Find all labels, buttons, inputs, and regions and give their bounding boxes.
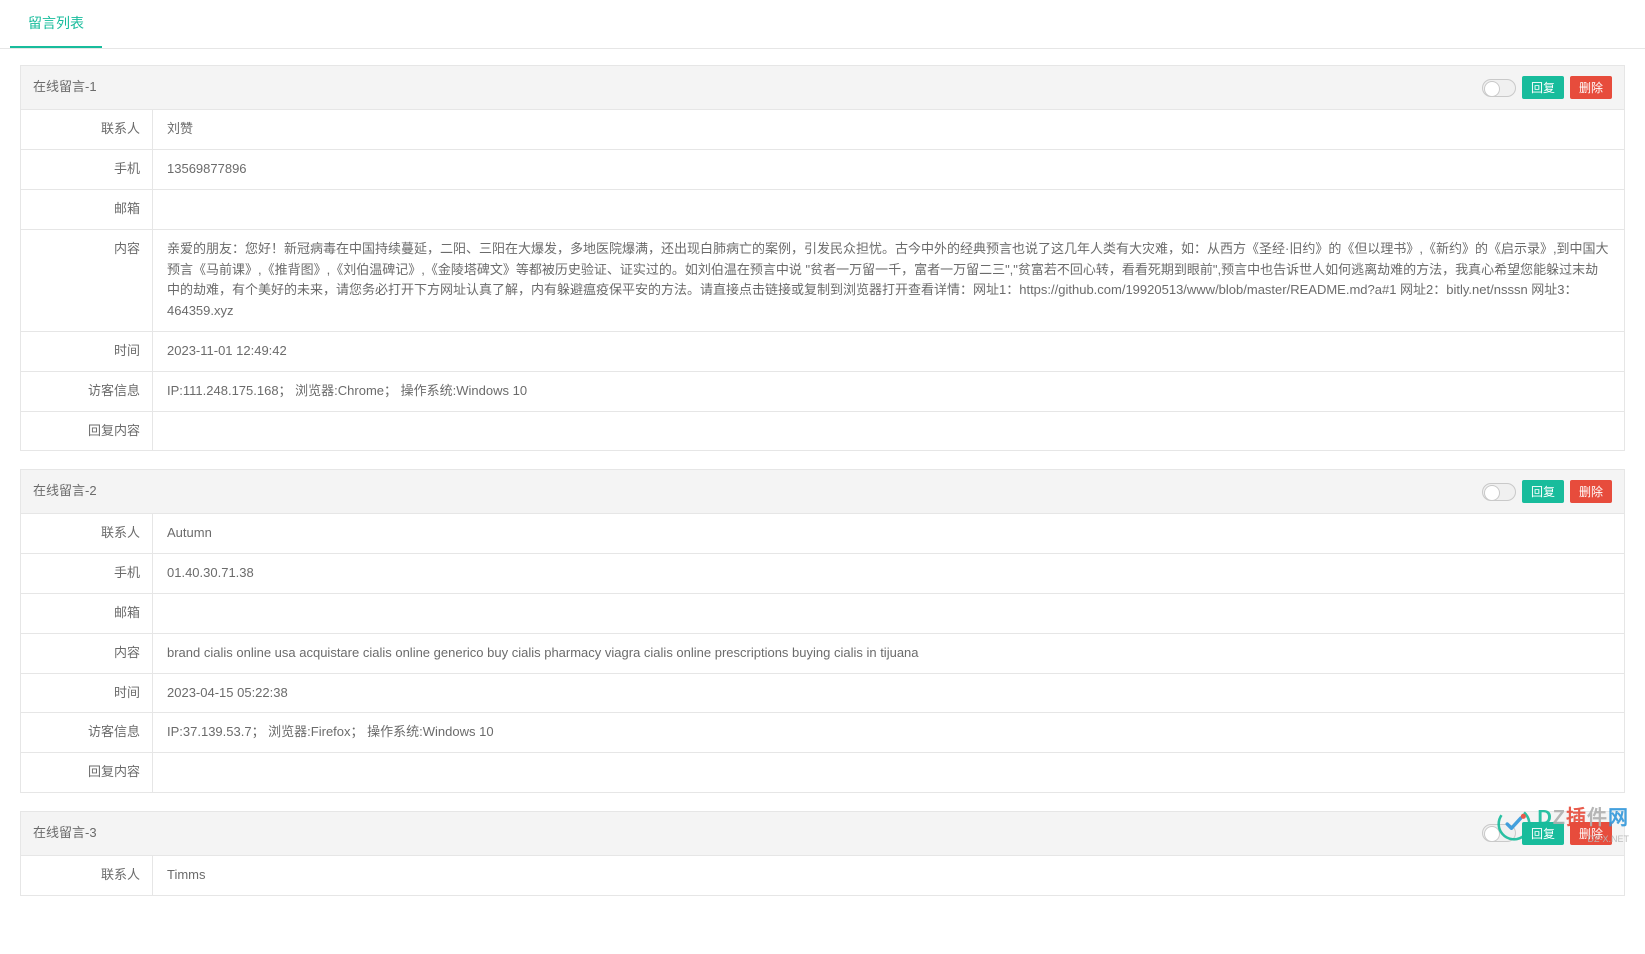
field-label-phone: 手机 — [21, 554, 153, 593]
tab-message-list[interactable]: 留言列表 — [10, 0, 102, 48]
field-label-content: 内容 — [21, 634, 153, 673]
field-label-reply-content: 回复内容 — [21, 753, 153, 792]
field-label-phone: 手机 — [21, 150, 153, 189]
field-label-email: 邮箱 — [21, 594, 153, 633]
field-label-contact: 联系人 — [21, 514, 153, 553]
message-title: 在线留言-1 — [33, 77, 97, 98]
field-value-contact: Autumn — [153, 514, 1624, 553]
field-label-time: 时间 — [21, 332, 153, 371]
field-value-email — [153, 594, 1624, 633]
status-toggle[interactable] — [1482, 824, 1516, 842]
reply-button[interactable]: 回复 — [1522, 76, 1564, 99]
field-value-visitor: IP:37.139.53.7； 浏览器:Firefox； 操作系统:Window… — [153, 713, 1624, 752]
tab-bar: 留言列表 — [0, 0, 1645, 49]
delete-button[interactable]: 删除 — [1570, 822, 1612, 845]
field-value-visitor: IP:111.248.175.168； 浏览器:Chrome； 操作系统:Win… — [153, 372, 1624, 411]
field-label-time: 时间 — [21, 674, 153, 713]
message-title: 在线留言-2 — [33, 481, 97, 502]
status-toggle[interactable] — [1482, 79, 1516, 97]
field-value-phone: 13569877896 — [153, 150, 1624, 189]
field-value-reply-content — [153, 412, 1624, 451]
field-value-phone: 01.40.30.71.38 — [153, 554, 1624, 593]
field-value-content: brand cialis online usa acquistare ciali… — [153, 634, 1624, 673]
message-group: 在线留言-2 回复 删除 联系人 Autumn 手机 01.40.30.71.3… — [20, 469, 1625, 793]
field-value-content: 亲爱的朋友：您好！新冠病毒在中国持续蔓延，二阳、三阳在大爆发，多地医院爆满，还出… — [153, 230, 1624, 331]
field-label-visitor: 访客信息 — [21, 713, 153, 752]
status-toggle[interactable] — [1482, 483, 1516, 501]
field-label-email: 邮箱 — [21, 190, 153, 229]
field-label-contact: 联系人 — [21, 856, 153, 895]
message-header: 在线留言-3 回复 删除 — [21, 812, 1624, 856]
field-value-time: 2023-11-01 12:49:42 — [153, 332, 1624, 371]
field-value-contact: Timms — [153, 856, 1624, 895]
messages-panel: 在线留言-1 回复 删除 联系人 刘赞 手机 13569877896 邮箱 内容… — [0, 49, 1645, 895]
message-group: 在线留言-1 回复 删除 联系人 刘赞 手机 13569877896 邮箱 内容… — [20, 65, 1625, 451]
field-label-contact: 联系人 — [21, 110, 153, 149]
field-value-time: 2023-04-15 05:22:38 — [153, 674, 1624, 713]
field-label-content: 内容 — [21, 230, 153, 331]
reply-button[interactable]: 回复 — [1522, 480, 1564, 503]
field-value-reply-content — [153, 753, 1624, 792]
field-value-contact: 刘赞 — [153, 110, 1624, 149]
reply-button[interactable]: 回复 — [1522, 822, 1564, 845]
message-title: 在线留言-3 — [33, 823, 97, 844]
field-label-reply-content: 回复内容 — [21, 412, 153, 451]
field-label-visitor: 访客信息 — [21, 372, 153, 411]
field-value-email — [153, 190, 1624, 229]
message-header: 在线留言-2 回复 删除 — [21, 470, 1624, 514]
delete-button[interactable]: 删除 — [1570, 480, 1612, 503]
message-group: 在线留言-3 回复 删除 联系人 Timms — [20, 811, 1625, 896]
message-header: 在线留言-1 回复 删除 — [21, 66, 1624, 110]
delete-button[interactable]: 删除 — [1570, 76, 1612, 99]
